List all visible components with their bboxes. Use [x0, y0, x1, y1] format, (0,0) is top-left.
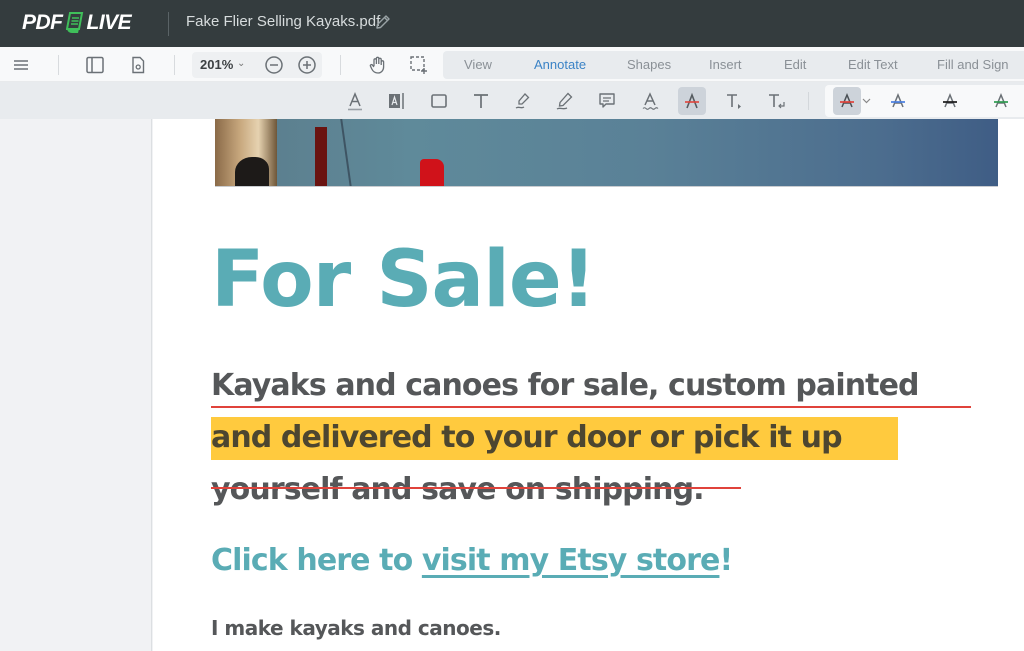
free-text-icon[interactable]: [467, 87, 495, 115]
tab-edit-text[interactable]: Edit Text: [848, 57, 898, 72]
main-toolbar: 201% ⌄ View Annotate Shapes Insert Edit …: [0, 47, 1024, 82]
zoom-out-icon[interactable]: [263, 54, 285, 76]
sidebar-toggle-icon[interactable]: [84, 54, 106, 76]
marquee-select-icon[interactable]: [408, 54, 430, 76]
flier-heading: For Sale!: [211, 235, 596, 325]
replace-text-icon[interactable]: [763, 87, 791, 115]
annotate-divider: [808, 92, 809, 110]
toolbar-divider: [340, 55, 341, 75]
chevron-down-icon[interactable]: [862, 98, 871, 104]
color-preset-red-selected[interactable]: [833, 87, 861, 115]
logo-document-icon: [65, 12, 83, 33]
call-to-action: Click here to visit my Etsy store!: [211, 543, 733, 578]
tab-insert[interactable]: Insert: [709, 57, 742, 72]
photo-red-object: [420, 159, 444, 186]
document-title: Fake Flier Selling Kayaks.pdf: [186, 13, 381, 30]
tab-edit[interactable]: Edit: [784, 57, 806, 72]
strikethrough-icon[interactable]: [678, 87, 706, 115]
logo-text-live: LIVE: [86, 11, 132, 34]
chevron-down-icon[interactable]: ⌄: [237, 58, 245, 69]
photo-post: [315, 127, 327, 186]
tab-annotate[interactable]: Annotate: [534, 57, 586, 72]
zoom-level-dropdown[interactable]: 201%: [200, 57, 233, 72]
underline-annotation[interactable]: [211, 406, 971, 408]
color-preset-green[interactable]: [987, 87, 1015, 115]
body-line-2[interactable]: and delivered to your door or pick it up: [211, 423, 843, 453]
color-presets: [825, 85, 1024, 117]
strikethrough-annotation[interactable]: [211, 487, 741, 489]
app-header: PDF LIVE Fake Flier Selling Kayaks.pdf: [0, 0, 1024, 47]
comment-icon[interactable]: [593, 87, 621, 115]
insert-text-icon[interactable]: [721, 87, 749, 115]
tab-view[interactable]: View: [464, 57, 492, 72]
tab-fill-and-sign[interactable]: Fill and Sign: [937, 57, 1009, 72]
menu-icon[interactable]: [10, 54, 32, 76]
body-line-3[interactable]: yourself and save on shipping.: [211, 475, 705, 505]
thumbnail-sidebar: [0, 119, 152, 651]
zoom-in-icon[interactable]: [296, 54, 318, 76]
color-preset-blue[interactable]: [884, 87, 912, 115]
page-settings-icon[interactable]: [127, 54, 149, 76]
header-divider: [168, 12, 169, 36]
photo-shadow: [235, 157, 269, 186]
etsy-store-link[interactable]: visit my Etsy store: [422, 543, 720, 578]
pdflive-logo[interactable]: PDF LIVE: [22, 11, 132, 35]
pdf-page[interactable]: For Sale! Kayaks and canoes for sale, cu…: [153, 119, 1024, 651]
color-preset-black[interactable]: [936, 87, 964, 115]
text-box-icon[interactable]: [383, 87, 411, 115]
rename-pencil-icon[interactable]: [375, 14, 391, 30]
rectangle-icon[interactable]: [425, 87, 453, 115]
mode-tabs: View Annotate Shapes Insert Edit Edit Te…: [443, 51, 1024, 79]
body-line-1[interactable]: Kayaks and canoes for sale, custom paint…: [211, 371, 920, 401]
kayak-photo-banner: [215, 119, 998, 187]
intro-paragraph: I make kayaks and canoes.: [211, 616, 501, 640]
cta-prefix: Click here to: [211, 543, 422, 578]
logo-text-pdf: PDF: [22, 11, 63, 34]
toolbar-divider: [174, 55, 175, 75]
toolbar-divider: [58, 55, 59, 75]
annotate-toolbar: [0, 82, 1024, 119]
pan-hand-icon[interactable]: [367, 54, 389, 76]
highlighter-icon[interactable]: [509, 87, 537, 115]
pen-icon[interactable]: [551, 87, 579, 115]
cta-suffix: !: [719, 543, 733, 578]
photo-rope: [340, 119, 390, 186]
squiggly-underline-icon[interactable]: [636, 87, 664, 115]
zoom-control: 201% ⌄: [192, 52, 322, 78]
tab-shapes[interactable]: Shapes: [627, 57, 671, 72]
underline-text-icon[interactable]: [341, 87, 369, 115]
